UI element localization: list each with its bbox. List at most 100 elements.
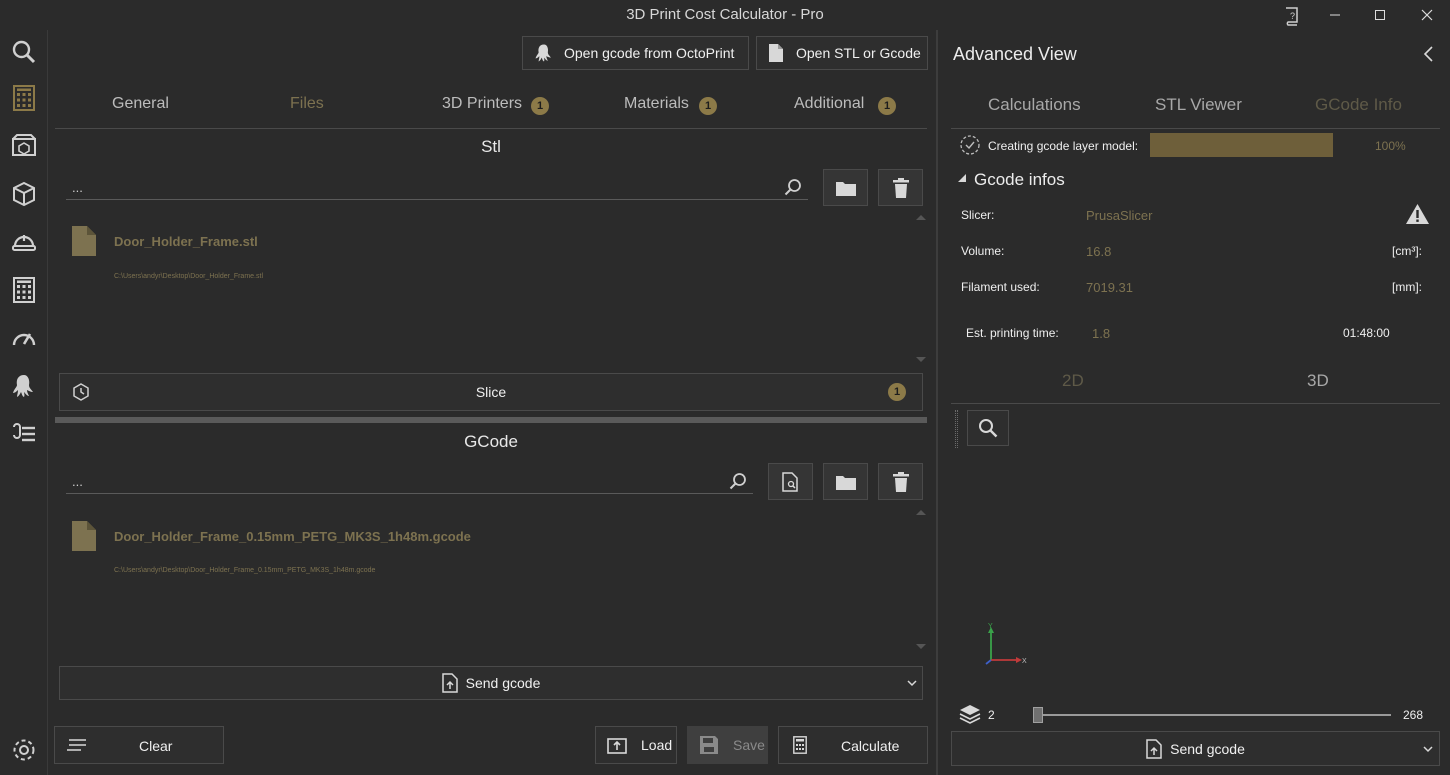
volume-value: 16.8 bbox=[1086, 244, 1112, 259]
search-icon[interactable] bbox=[729, 472, 747, 490]
stl-delete-button[interactable] bbox=[878, 169, 923, 206]
stl-section-title: Stl bbox=[481, 137, 501, 156]
gcode-file-name[interactable]: Door_Holder_Frame_0.15mm_PETG_MK3S_1h48m… bbox=[114, 529, 471, 544]
svg-text:X: X bbox=[1022, 658, 1027, 665]
trash-icon bbox=[892, 177, 909, 198]
panel-divider[interactable] bbox=[936, 30, 938, 775]
gcode-list-icon[interactable] bbox=[0, 414, 48, 454]
tab-general[interactable]: General bbox=[112, 95, 169, 113]
tab-files[interactable]: Files bbox=[290, 95, 324, 113]
warning-icon[interactable] bbox=[1405, 203, 1430, 225]
window-title: 3D Print Cost Calculator - Pro bbox=[626, 6, 824, 23]
gcode-path-input[interactable]: ... bbox=[66, 468, 753, 494]
volume-label: Volume: bbox=[961, 244, 1005, 258]
printing-time-hours: 1.8 bbox=[1092, 326, 1111, 341]
stl-file-icon bbox=[72, 226, 96, 256]
calculator-icon bbox=[793, 736, 807, 754]
stl-path-value: ... bbox=[72, 180, 83, 195]
gcode-browse-folder-button[interactable] bbox=[823, 463, 868, 500]
calculate-button[interactable]: Calculate bbox=[778, 726, 928, 764]
expand-triangle-icon[interactable] bbox=[957, 174, 967, 184]
slice-cube-icon bbox=[72, 383, 90, 401]
gcode-delete-button[interactable] bbox=[878, 463, 923, 500]
tab-2d[interactable]: 2D bbox=[1062, 371, 1084, 391]
splitter-handle[interactable] bbox=[55, 417, 927, 423]
layers-icon bbox=[959, 704, 981, 724]
tab-additional[interactable]: Additional bbox=[794, 95, 864, 113]
open-stl-gcode-button[interactable]: Open STL or Gcode bbox=[756, 36, 928, 70]
stl-path-input[interactable]: ... bbox=[66, 174, 808, 200]
layer-slider-handle[interactable] bbox=[1033, 707, 1043, 723]
send-gcode-right-button[interactable]: Send gcode bbox=[951, 731, 1440, 766]
layer-min-value: 2 bbox=[988, 708, 995, 722]
folder-icon bbox=[835, 474, 856, 490]
stl-browse-folder-button[interactable] bbox=[823, 169, 868, 206]
close-button[interactable] bbox=[1404, 0, 1450, 30]
tab-materials-badge: 1 bbox=[699, 97, 717, 115]
printer-icon[interactable] bbox=[0, 126, 48, 166]
file-search-icon bbox=[781, 471, 800, 492]
maximize-button[interactable] bbox=[1357, 0, 1403, 30]
progress-bar bbox=[1150, 133, 1333, 157]
clear-button[interactable]: Clear bbox=[54, 726, 224, 764]
slicer-value: PrusaSlicer bbox=[1086, 208, 1153, 223]
open-stl-gcode-label: Open STL or Gcode bbox=[796, 45, 921, 61]
file-icon bbox=[768, 43, 784, 63]
minimize-button[interactable] bbox=[1312, 0, 1358, 30]
cube-icon[interactable] bbox=[0, 174, 48, 214]
advanced-view-title: Advanced View bbox=[953, 44, 1077, 64]
calculator-grid-icon[interactable] bbox=[0, 78, 48, 118]
save-button[interactable]: Save bbox=[687, 726, 768, 764]
send-gcode-right-label: Send gcode bbox=[1170, 740, 1245, 757]
progress-label: Creating gcode layer model: bbox=[988, 139, 1139, 153]
folder-icon bbox=[835, 180, 856, 196]
open-octoprint-button[interactable]: Open gcode from OctoPrint bbox=[522, 36, 749, 70]
tab-gcode-info[interactable]: GCode Info bbox=[1315, 95, 1402, 115]
trash-icon bbox=[892, 471, 909, 492]
search-icon bbox=[978, 418, 998, 438]
viewer-zoom-button[interactable] bbox=[967, 410, 1009, 446]
speedometer-icon[interactable] bbox=[0, 318, 48, 358]
slicer-label: Slicer: bbox=[961, 208, 995, 222]
tab-3d[interactable]: 3D bbox=[1307, 371, 1329, 391]
chevron-down-icon[interactable] bbox=[1423, 745, 1433, 753]
view-tab-divider bbox=[951, 403, 1440, 404]
layer-slider-track[interactable] bbox=[1035, 714, 1391, 716]
gcode-section-title: GCode bbox=[464, 432, 518, 451]
gcode-file-path: C:\Users\andyr\Desktop\Door_Holder_Frame… bbox=[114, 567, 376, 574]
search-icon[interactable] bbox=[0, 32, 48, 72]
collapse-chevron-icon[interactable] bbox=[1422, 45, 1434, 63]
viewer-toolbar-grip[interactable] bbox=[955, 410, 958, 448]
send-gcode-label: Send gcode bbox=[465, 675, 541, 691]
octoprint-icon[interactable] bbox=[0, 366, 48, 406]
progress-bar-fill bbox=[1150, 133, 1333, 157]
search-icon[interactable] bbox=[784, 178, 802, 196]
send-gcode-button[interactable]: Send gcode bbox=[59, 666, 923, 700]
tab-3d-printers-badge: 1 bbox=[531, 97, 549, 115]
hardhat-icon[interactable] bbox=[0, 222, 48, 262]
slice-badge: 1 bbox=[888, 383, 906, 401]
help-book-icon[interactable]: ? bbox=[1282, 6, 1302, 26]
gcode-scroll-down-arrow[interactable] bbox=[916, 644, 926, 649]
tab-3d-printers[interactable]: 3D Printers bbox=[442, 95, 522, 113]
stl-scroll-up-arrow[interactable] bbox=[916, 215, 926, 220]
slice-label: Slice bbox=[475, 384, 507, 400]
load-button[interactable]: Load bbox=[595, 726, 677, 764]
settings-gear-icon[interactable] bbox=[0, 730, 48, 770]
gcode-infos-header[interactable]: Gcode infos bbox=[974, 170, 1065, 190]
gcode-file-icon bbox=[72, 521, 96, 551]
gcode-path-value: ... bbox=[72, 474, 83, 489]
stl-scroll-down-arrow[interactable] bbox=[916, 357, 926, 362]
stl-file-name[interactable]: Door_Holder_Frame.stl bbox=[114, 234, 258, 249]
chevron-down-icon[interactable] bbox=[907, 679, 917, 687]
upload-tray-icon bbox=[607, 736, 627, 754]
printing-time-label: Est. printing time: bbox=[966, 326, 1059, 340]
tab-materials[interactable]: Materials bbox=[624, 95, 689, 113]
gcode-file-info-button[interactable] bbox=[768, 463, 813, 500]
slice-button[interactable]: Slice 1 bbox=[59, 373, 923, 411]
gcode-scroll-up-arrow[interactable] bbox=[916, 510, 926, 515]
tab-stl-viewer[interactable]: STL Viewer bbox=[1155, 95, 1242, 115]
calculate-label: Calculate bbox=[841, 738, 900, 754]
calculator-icon[interactable] bbox=[0, 270, 48, 310]
tab-calculations[interactable]: Calculations bbox=[988, 95, 1081, 115]
